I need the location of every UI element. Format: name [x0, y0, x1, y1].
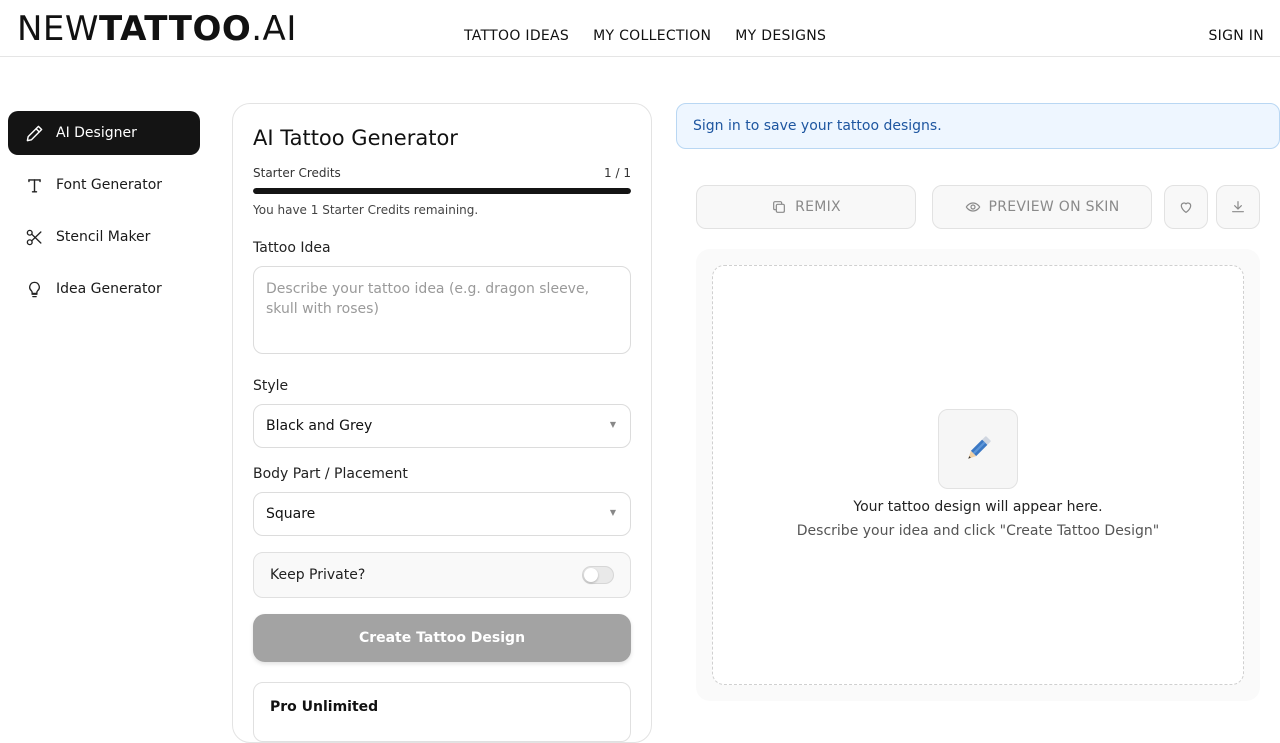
- placement-select[interactable]: Square ▼: [253, 492, 631, 536]
- chevron-down-icon: ▼: [609, 420, 616, 429]
- toggle-knob: [584, 568, 598, 582]
- design-placeholder: Your tattoo design will appear here. Des…: [712, 265, 1244, 685]
- keep-private-row: Keep Private?: [253, 552, 631, 598]
- keep-private-label: Keep Private?: [270, 567, 366, 583]
- nav-tattoo-ideas[interactable]: TATTOO IDEAS: [464, 26, 569, 46]
- nav-my-collection[interactable]: MY COLLECTION: [593, 26, 711, 46]
- main-nav: TATTOO IDEAS MY COLLECTION MY DESIGNS: [464, 26, 826, 46]
- sidebar-item-idea-generator[interactable]: Idea Generator: [8, 267, 200, 311]
- tattoo-idea-input[interactable]: [253, 266, 631, 354]
- credits-note: You have 1 Starter Credits remaining.: [253, 203, 479, 217]
- sidebar-item-font-generator[interactable]: Font Generator: [8, 163, 200, 207]
- favorite-button[interactable]: [1164, 185, 1208, 229]
- heart-icon: [1180, 202, 1192, 213]
- download-button[interactable]: [1216, 185, 1260, 229]
- sidebar-item-label: Font Generator: [56, 177, 163, 193]
- sidebar-item-label: Idea Generator: [56, 281, 162, 297]
- top-header: NEWTATTOO.AI TATTOO IDEAS MY COLLECTION …: [0, 0, 1280, 57]
- eye-icon: [965, 202, 980, 212]
- nav-my-designs[interactable]: MY DESIGNS: [735, 26, 826, 46]
- generator-panel: AI Tattoo Generator Starter Credits 1 / …: [232, 103, 652, 743]
- empty-state-hint: Describe your idea and click "Create Tat…: [796, 523, 1160, 539]
- credits-progress-fill: [253, 188, 631, 194]
- design-canvas: Your tattoo design will appear here. Des…: [696, 249, 1260, 701]
- sidebar-item-ai-designer[interactable]: AI Designer: [8, 111, 200, 155]
- logo[interactable]: NEWTATTOO.AI: [17, 9, 297, 49]
- banner-text: Sign in to save your tattoo designs.: [693, 118, 942, 134]
- pencil-icon: [24, 123, 44, 143]
- tattoo-idea-label: Tattoo Idea: [253, 240, 331, 256]
- remix-label: REMIX: [795, 199, 841, 215]
- sidebar-item-stencil-maker[interactable]: Stencil Maker: [8, 215, 200, 259]
- chevron-down-icon: ▼: [609, 508, 616, 517]
- style-label: Style: [253, 378, 289, 394]
- preview-on-skin-button[interactable]: PREVIEW ON SKIN: [932, 185, 1152, 229]
- credits-label: Starter Credits: [253, 166, 341, 180]
- empty-state-title: Your tattoo design will appear here.: [853, 499, 1103, 515]
- scissors-icon: [24, 227, 44, 247]
- keep-private-toggle[interactable]: [582, 566, 614, 584]
- lightbulb-icon: [24, 279, 44, 299]
- placement-value: Square: [266, 506, 316, 522]
- pro-unlimited-card[interactable]: Pro Unlimited: [253, 682, 631, 742]
- pro-unlimited-label: Pro Unlimited: [270, 699, 379, 715]
- placement-label: Body Part / Placement: [253, 466, 408, 482]
- remix-button[interactable]: REMIX: [696, 185, 916, 229]
- text-icon: [24, 175, 44, 195]
- style-value: Black and Grey: [266, 418, 373, 434]
- tool-sidebar: AI Designer Font Generator Stencil Maker…: [8, 111, 200, 319]
- credits-count: 1 / 1: [604, 166, 631, 180]
- preview-on-skin-label: PREVIEW ON SKIN: [988, 199, 1120, 215]
- panel-title: AI Tattoo Generator: [253, 126, 458, 150]
- credits-row: Starter Credits 1 / 1: [253, 165, 631, 181]
- style-select[interactable]: Black and Grey ▼: [253, 404, 631, 448]
- sign-in-link[interactable]: SIGN IN: [1209, 26, 1265, 46]
- pencil-icon: [938, 409, 1018, 489]
- download-icon: [1232, 201, 1244, 213]
- copy-icon: [773, 201, 785, 213]
- create-tattoo-button[interactable]: Create Tattoo Design: [253, 614, 631, 662]
- credits-progress-bar: [253, 188, 631, 194]
- sidebar-item-label: AI Designer: [56, 125, 137, 141]
- sign-in-banner: Sign in to save your tattoo designs.: [676, 103, 1280, 149]
- sidebar-item-label: Stencil Maker: [56, 229, 151, 245]
